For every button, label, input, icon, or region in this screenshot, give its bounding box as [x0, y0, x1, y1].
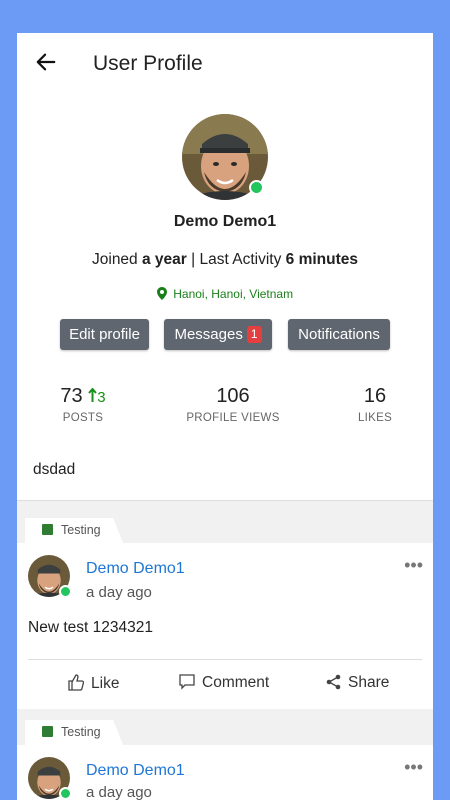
message-count-badge: 1	[246, 326, 262, 343]
stat-profile-views[interactable]: 106 PROFILE VIEWS	[178, 385, 288, 424]
activity-feed: Testing Demo Demo1 a day ago ••• New tes…	[17, 500, 433, 800]
activity-prefix: Last Activity	[199, 251, 282, 268]
separator: |	[191, 251, 196, 268]
stat-posts[interactable]: 73 3 POSTS	[43, 385, 123, 424]
post-tag-label: Testing	[61, 523, 101, 537]
edit-profile-button[interactable]: Edit profile	[60, 319, 149, 350]
post-tag-tab[interactable]: Testing	[25, 518, 123, 543]
page-title: User Profile	[93, 52, 203, 75]
post-card: Demo Demo1 a day ago •••	[17, 745, 433, 800]
posts-label: POSTS	[62, 412, 104, 424]
share-icon	[326, 674, 341, 690]
messages-button[interactable]: Messages 1	[164, 319, 272, 350]
back-arrow-icon[interactable]	[35, 51, 57, 73]
profile-name: Demo Demo1	[173, 213, 277, 230]
profile-card: User Profile Demo Demo1 Joined a year | …	[17, 33, 433, 800]
posts-count: 73	[60, 385, 83, 407]
profile-bio: dsdad	[33, 461, 76, 478]
post-time: a day ago	[86, 584, 152, 601]
activity-value: 6 minutes	[285, 251, 358, 268]
joined-value: a year	[142, 251, 187, 268]
edit-tag-icon	[42, 524, 53, 535]
profile-views-label: PROFILE VIEWS	[186, 412, 280, 424]
likes-count: 16	[363, 385, 387, 407]
more-options-icon[interactable]: •••	[404, 555, 423, 576]
online-status-icon	[249, 180, 264, 195]
divider	[28, 659, 422, 660]
online-status-icon	[59, 585, 72, 598]
app-header: User Profile	[17, 33, 433, 93]
comment-button[interactable]: Comment	[179, 674, 269, 692]
likes-label: LIKES	[357, 412, 393, 424]
more-options-icon[interactable]: •••	[404, 757, 423, 778]
edit-tag-icon	[42, 726, 53, 737]
post-author-name[interactable]: Demo Demo1	[86, 762, 185, 780]
thumbs-up-icon	[68, 674, 85, 691]
arrow-up-icon	[88, 387, 97, 402]
post-time: a day ago	[86, 784, 152, 800]
join-activity-info: Joined a year | Last Activity 6 minutes	[17, 251, 433, 269]
post-card: Demo Demo1 a day ago ••• New test 123432…	[17, 543, 433, 709]
post-text: New test 1234321	[28, 619, 153, 636]
joined-prefix: Joined	[92, 251, 138, 268]
map-pin-icon	[156, 287, 167, 300]
like-button[interactable]: Like	[68, 674, 119, 693]
notifications-button[interactable]: Notifications	[288, 319, 390, 350]
post-author-name[interactable]: Demo Demo1	[86, 560, 185, 578]
location: Hanoi, Hanoi, Vietnam	[17, 287, 433, 301]
profile-views-count: 106	[216, 385, 250, 407]
share-button[interactable]: Share	[326, 674, 389, 692]
location-text: Hanoi, Hanoi, Vietnam	[173, 287, 294, 301]
comment-icon	[179, 674, 195, 690]
online-status-icon	[59, 787, 72, 800]
posts-delta: 3	[88, 387, 106, 406]
post-tag-label: Testing	[61, 725, 101, 739]
post-tag-tab[interactable]: Testing	[25, 720, 123, 745]
stat-likes[interactable]: 16 LIKES	[345, 385, 405, 424]
